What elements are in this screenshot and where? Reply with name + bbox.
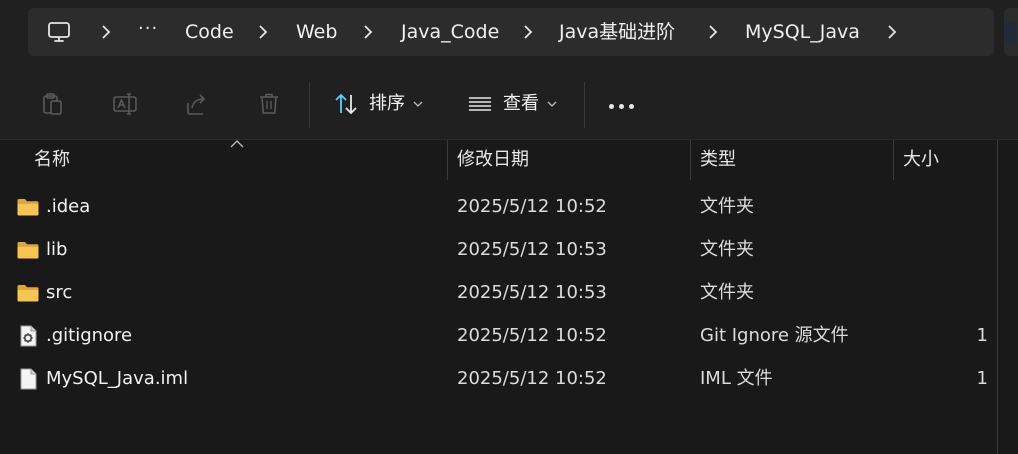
this-pc-icon[interactable] (47, 20, 71, 44)
file-name: lib (46, 239, 68, 260)
chevron-right-icon[interactable] (522, 24, 534, 40)
column-header-date[interactable]: 修改日期 (457, 148, 529, 172)
file-row-idea[interactable]: .idea 2025/5/12 10:52 文件夹 (0, 186, 996, 229)
settings-file-icon (20, 325, 37, 347)
command-bar: 排序 查看 (0, 68, 1018, 140)
column-header-name[interactable]: 名称 (34, 148, 70, 172)
chevron-right-icon[interactable] (886, 24, 898, 40)
file-row-lib[interactable]: lib 2025/5/12 10:53 文件夹 (0, 229, 996, 272)
file-list: .idea 2025/5/12 10:52 文件夹 lib 2025/5/12 … (0, 186, 996, 401)
breadcrumb-item-mysql-java[interactable]: MySQL_Java (745, 20, 860, 44)
rename-icon[interactable] (112, 91, 138, 117)
file-row-src[interactable]: src 2025/5/12 10:53 文件夹 (0, 272, 996, 315)
view-button[interactable]: 查看 (467, 90, 557, 118)
file-size: 1 (976, 325, 988, 346)
column-divider[interactable] (893, 140, 894, 180)
file-type: IML 文件 (700, 368, 773, 389)
breadcrumb-item-web[interactable]: Web (296, 20, 337, 44)
file-name: MySQL_Java.iml (46, 368, 189, 389)
view-label: 查看 (503, 93, 539, 114)
search-box[interactable] (1004, 8, 1018, 56)
chevron-right-icon[interactable] (707, 24, 719, 40)
breadcrumb-overflow[interactable]: ··· (138, 18, 158, 39)
file-type: 文件夹 (700, 239, 754, 260)
share-icon[interactable] (184, 91, 210, 117)
column-header-row: 名称 修改日期 类型 大小 (0, 140, 1018, 180)
sort-ascending-caret-icon (230, 140, 244, 148)
list-edge-divider (997, 140, 998, 454)
column-divider[interactable] (447, 140, 448, 180)
column-header-size[interactable]: 大小 (903, 148, 939, 172)
file-name: .idea (46, 196, 91, 217)
more-options-icon[interactable] (609, 104, 634, 109)
column-header-type[interactable]: 类型 (700, 148, 736, 172)
breadcrumb-item-java-basics[interactable]: Java基础进阶 (559, 20, 675, 44)
file-date: 2025/5/12 10:52 (457, 368, 607, 389)
delete-icon[interactable] (256, 91, 282, 117)
view-icon (469, 97, 491, 111)
folder-icon (17, 285, 39, 302)
folder-icon (17, 199, 39, 216)
file-name: .gitignore (46, 325, 133, 346)
sort-button[interactable]: 排序 (333, 90, 423, 118)
address-bar-area: ··· Code Web Java_Code Java基础进阶 MySQL_Ja… (0, 0, 1018, 68)
file-icon (20, 368, 37, 390)
paste-icon[interactable] (40, 91, 66, 117)
file-type: Git Ignore 源文件 (700, 325, 849, 346)
file-row-gitignore[interactable]: .gitignore 2025/5/12 10:52 Git Ignore 源文… (0, 315, 996, 358)
chevron-down-icon (413, 101, 423, 107)
file-name: src (46, 282, 73, 303)
chevron-right-icon[interactable] (100, 24, 112, 40)
chevron-right-icon[interactable] (257, 24, 269, 40)
breadcrumb-item-java-code[interactable]: Java_Code (401, 20, 499, 44)
file-date: 2025/5/12 10:53 (457, 239, 607, 260)
file-row-iml[interactable]: MySQL_Java.iml 2025/5/12 10:52 IML 文件 1 (0, 358, 996, 401)
chevron-right-icon[interactable] (362, 24, 374, 40)
folder-icon (17, 242, 39, 259)
file-date: 2025/5/12 10:52 (457, 196, 607, 217)
column-divider[interactable] (690, 140, 691, 180)
sort-icon (335, 93, 357, 115)
file-date: 2025/5/12 10:53 (457, 282, 607, 303)
file-date: 2025/5/12 10:52 (457, 325, 607, 346)
file-type: 文件夹 (700, 282, 754, 303)
chevron-down-icon (547, 101, 557, 107)
file-size: 1 (976, 368, 988, 389)
file-type: 文件夹 (700, 196, 754, 217)
toolbar-divider (309, 82, 310, 128)
sort-label: 排序 (369, 93, 405, 114)
file-explorer-window: ··· Code Web Java_Code Java基础进阶 MySQL_Ja… (0, 0, 1018, 454)
address-bar[interactable]: ··· Code Web Java_Code Java基础进阶 MySQL_Ja… (28, 8, 994, 56)
breadcrumb-item-code[interactable]: Code (185, 20, 234, 44)
toolbar-divider (584, 82, 585, 128)
